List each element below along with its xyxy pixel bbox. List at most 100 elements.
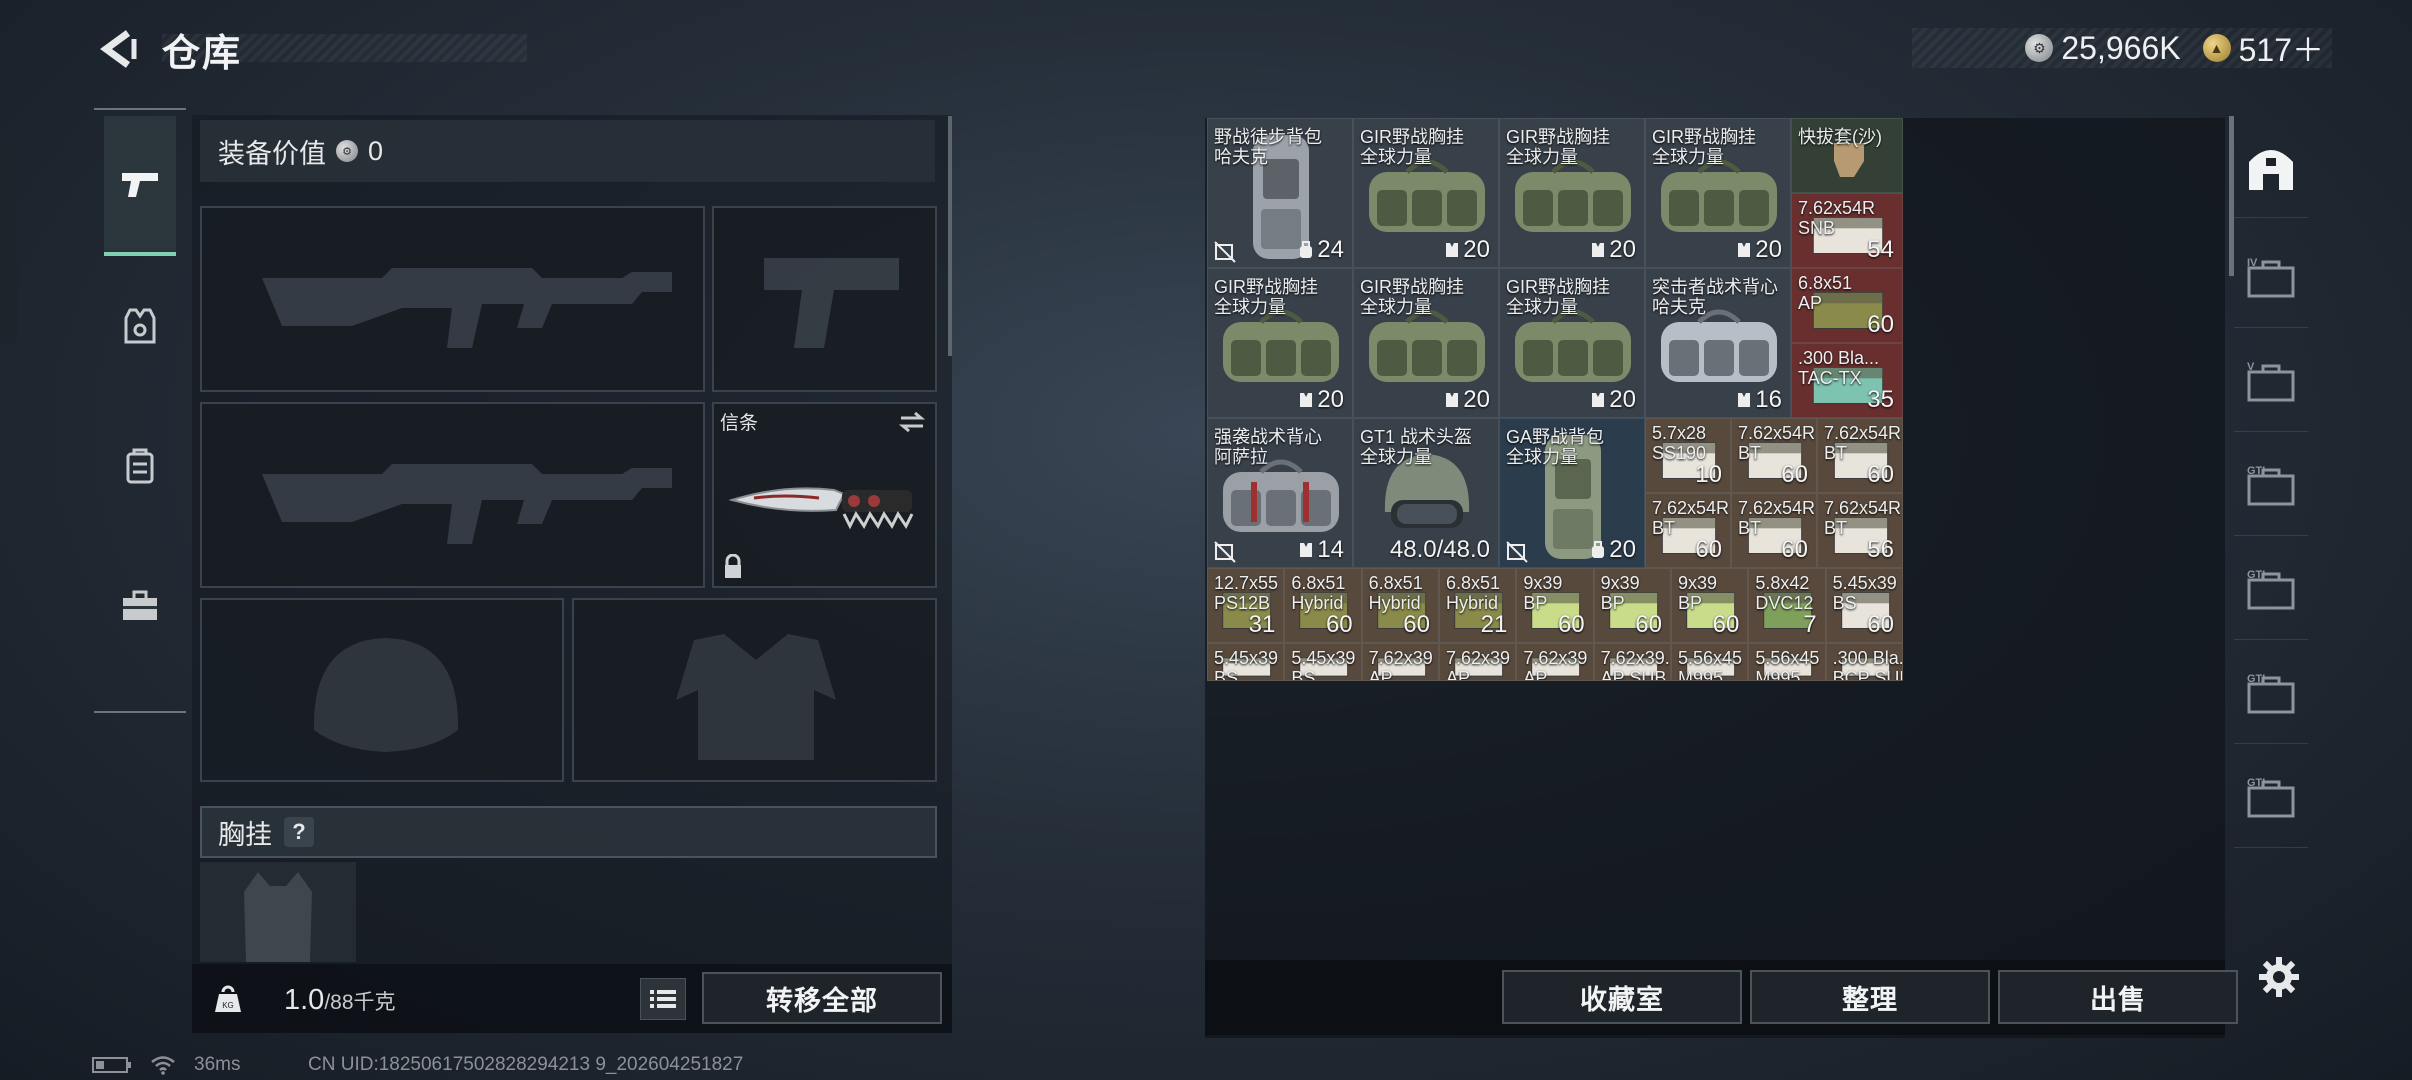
stash-item[interactable]: GIR野战胸挂 全球力量 20 [1645,118,1791,268]
armor-vest-icon [124,308,156,344]
tab-weapons[interactable] [104,116,176,256]
stash-item[interactable]: 强袭战术背心 阿萨拉 14 [1207,418,1353,568]
stash-item[interactable]: 7.62x39...AP SUB [1593,643,1671,681]
stash-item[interactable]: 野战徒步背包 哈夫克 24 [1207,118,1353,268]
stash-item[interactable]: 7.62x54R BT 60 [1731,418,1817,493]
stash-item[interactable]: GIR野战胸挂 全球力量 20 [1499,268,1645,418]
equipment-scrollbar[interactable] [948,116,952,356]
item-subname: BS [1291,668,1316,681]
organize-button[interactable]: 整理 [1750,970,1990,1024]
stash-item[interactable]: 5.45x39 BS [1284,643,1362,681]
pistol-slot[interactable] [712,206,937,392]
help-button[interactable]: ? [284,817,314,847]
armor-slot[interactable] [572,598,937,782]
svg-text:GTI: GTI [2247,673,2265,685]
armor-silhouette-icon [676,634,836,760]
primary-weapon-slot[interactable] [200,206,705,392]
item-subname: 全球力量 [1506,297,1578,317]
stash-item[interactable]: 7.62x54R BT 60 [1645,493,1731,568]
item-quantity: 60 [1867,311,1894,338]
sidebar-item-case-gti[interactable]: GTI [2234,644,2308,744]
transfer-all-button[interactable]: 转移全部 [702,972,942,1024]
sidebar-item-case-gti[interactable]: GTI [2234,540,2308,640]
stash-item[interactable]: .300 Bla...BCP SUB [1825,643,1903,681]
collection-room-button[interactable]: 收藏室 [1502,970,1742,1024]
sidebar-item-case-v[interactable]: V [2234,332,2308,432]
stash-item[interactable]: 5.45x39 BS [1207,643,1285,681]
stash-item[interactable]: 6.8x51 AP 60 [1791,268,1903,343]
back-button[interactable] [92,24,148,74]
stash-item[interactable]: 9x39 BP 60 [1671,568,1749,643]
item-subname: AP [1368,668,1393,681]
weight-button[interactable]: KG [200,972,256,1024]
stash-item[interactable]: 快拔套(沙) [1791,118,1903,193]
item-subname: 阿萨拉 [1214,447,1268,467]
sell-button[interactable]: 出售 [1998,970,2238,1024]
stash-item[interactable]: 6.8x51 Hybrid 21 [1439,568,1517,643]
tab-backpack[interactable] [104,396,176,536]
tab-case[interactable] [104,536,176,676]
stash-item[interactable]: 7.62x39 AP [1361,643,1439,681]
rig-capacity-icon [1738,243,1751,257]
item-subname: 全球力量 [1360,147,1432,167]
stash-item[interactable]: .300 Bla... TAC-TX 35 [1791,343,1903,418]
stash-item[interactable]: 6.8x51 Hybrid 60 [1361,568,1439,643]
silver-currency[interactable]: ⚙ 25,966K [2025,29,2181,67]
stash-item[interactable]: GIR野战胸挂 全球力量 20 [1207,268,1353,418]
stash-item[interactable]: GT1 战术头盔 全球力量 48.0/48.0 [1353,418,1499,568]
stash-item[interactable]: 5.56x45 M995 [1671,643,1749,681]
stash-item[interactable]: 12.7x55 PS12B 31 [1207,568,1285,643]
item-name: 5.56x45 [1755,648,1820,668]
item-subname: BS [1832,593,1857,613]
list-view-button[interactable] [640,978,686,1020]
stash-item[interactable]: GIR野战胸挂 全球力量 20 [1353,118,1499,268]
sidebar-item-case-gti[interactable]: GTI [2234,748,2308,848]
item-name: 7.62x54R [1738,498,1816,518]
stash-item[interactable]: 9x39 BP 60 [1593,568,1671,643]
helmet-slot[interactable] [200,598,564,782]
no-insure-icon [1214,541,1236,563]
settings-button[interactable] [2254,952,2304,1002]
item-name: 6.8x51 [1446,573,1501,593]
item-subname: BP [1600,593,1625,613]
item-quantity: 60 [1781,461,1808,488]
sidebar-item-case-iv[interactable]: IV [2234,228,2308,328]
swap-icon[interactable] [897,410,927,434]
melee-slot[interactable]: 信条 [712,402,937,588]
secondary-weapon-slot[interactable] [200,402,705,588]
stash-item[interactable]: GIR野战胸挂 全球力量 20 [1353,268,1499,418]
stash-item[interactable]: 5.56x45 M995 [1748,643,1826,681]
item-subname: M995 [1755,668,1801,681]
silver-coin-icon: ⚙ [336,140,358,162]
stash-item[interactable]: 5.7x28 SS190 10 [1645,418,1731,493]
stash-item[interactable]: GA野战背包 全球力量 20 [1499,418,1645,568]
stash-item[interactable]: 突击者战术背心 哈夫克 16 [1645,268,1791,418]
chest-rig-slot[interactable] [200,862,356,962]
silver-amount: 25,966K [2061,29,2181,66]
rig-capacity-icon [1446,243,1459,257]
stash-item[interactable]: 6.8x51 Hybrid 60 [1284,568,1362,643]
side-drawer-handle[interactable] [0,135,18,345]
lock-icon [725,554,741,578]
sidebar-item-main-stash[interactable] [2234,118,2308,218]
stash-item[interactable]: GIR野战胸挂 全球力量 20 [1499,118,1645,268]
stash-item[interactable]: 7.62x54R BT 60 [1817,418,1903,493]
case-v-icon: V [2247,361,2295,401]
stash-item[interactable]: 7.62x39 AP [1516,643,1594,681]
item-name: 5.56x45 [1678,648,1743,668]
item-name: 7.62x54R [1652,498,1730,518]
tab-armor[interactable] [104,256,176,396]
stash-item[interactable]: 7.62x54R SNB 54 [1791,193,1903,268]
item-subname: M995 [1678,668,1724,681]
stash-item[interactable]: 7.62x39 AP [1439,643,1517,681]
gold-amount: 517＋ [2238,32,2324,68]
stash-item[interactable]: 9x39 BP 60 [1516,568,1594,643]
item-name: 6.8x51 [1798,273,1853,293]
stash-item[interactable]: 5.8x42 DVC12 7 [1748,568,1826,643]
stash-item[interactable]: 7.62x54R BT 60 [1731,493,1817,568]
gold-currency[interactable]: ▲ 517＋ [2202,25,2324,71]
sidebar-item-case-gti[interactable]: GTI [2234,436,2308,536]
stash-item[interactable]: 7.62x54R BT 56 [1817,493,1903,568]
stash-item[interactable]: 5.45x39 BS 60 [1825,568,1903,643]
no-insure-icon [1214,241,1236,263]
